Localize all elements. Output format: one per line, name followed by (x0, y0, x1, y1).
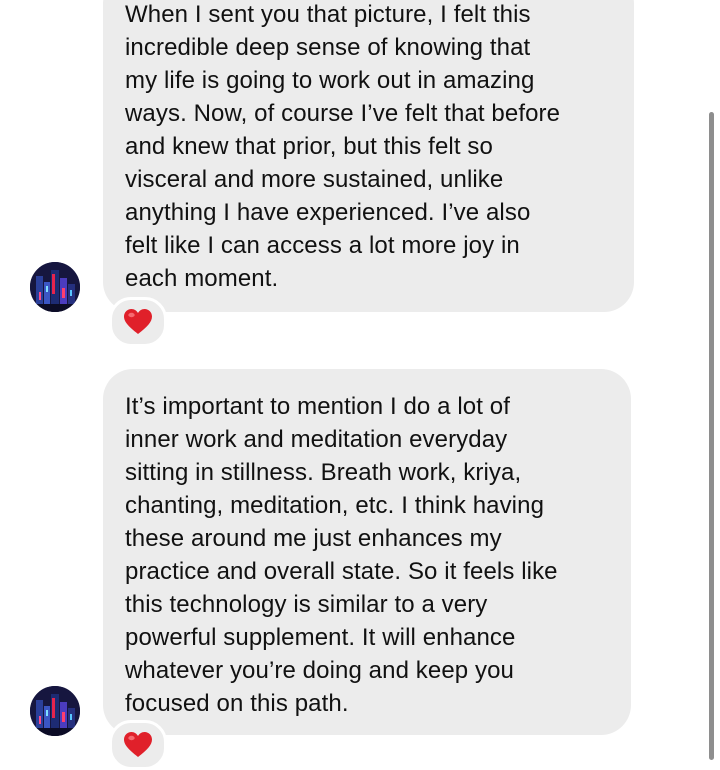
avatar[interactable] (30, 262, 80, 312)
message-bubble[interactable]: It’s important to mention I do a lot of … (103, 369, 631, 735)
reaction-badge[interactable] (109, 720, 167, 770)
message-bubble[interactable]: When I sent you that picture, I felt thi… (103, 0, 634, 312)
heart-icon (124, 732, 152, 757)
avatar-image (30, 686, 80, 736)
avatar-image (30, 262, 80, 312)
message-thread: When I sent you that picture, I felt thi… (0, 0, 720, 770)
avatar[interactable] (30, 686, 80, 736)
scrollbar[interactable] (709, 112, 714, 760)
heart-icon (124, 309, 152, 334)
reaction-badge[interactable] (109, 297, 167, 347)
